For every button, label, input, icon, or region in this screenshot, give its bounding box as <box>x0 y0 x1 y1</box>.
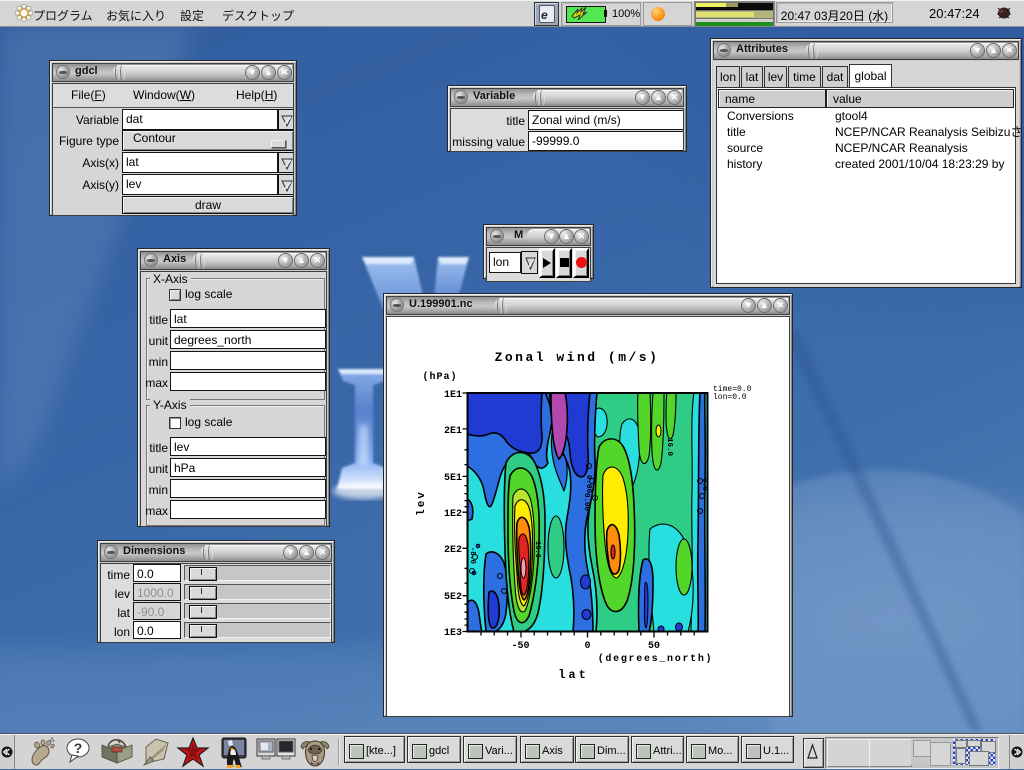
svg-text:(degrees_north): (degrees_north) <box>598 653 714 665</box>
svg-text:?: ? <box>74 740 83 756</box>
svg-text:5E1: 5E1 <box>444 473 462 484</box>
svg-text:16.0: 16.0 <box>533 541 541 558</box>
svg-text:5E2: 5E2 <box>444 592 462 603</box>
svg-text:Zonal wind (m/s): Zonal wind (m/s) <box>495 350 660 365</box>
svg-text:0.00: 0.00 <box>582 493 590 512</box>
svg-text:1E1: 1E1 <box>444 390 462 401</box>
svg-text:0.00: 0.00 <box>584 475 592 494</box>
svg-text:lev: lev <box>416 490 428 516</box>
svg-text:lat: lat <box>558 668 589 682</box>
svg-text:50: 50 <box>648 641 660 652</box>
svg-text:0: 0 <box>584 641 590 652</box>
svg-text:-50: -50 <box>511 641 529 652</box>
svg-text:2E2: 2E2 <box>444 545 462 556</box>
svg-text:(hPa): (hPa) <box>422 371 457 383</box>
svg-text:2E1: 2E1 <box>444 426 462 437</box>
svg-text:1E2: 1E2 <box>444 509 462 520</box>
svg-text:1E3: 1E3 <box>444 628 462 639</box>
svg-text:-8.0: -8.0 <box>468 547 476 564</box>
svg-text:lon=0.0: lon=0.0 <box>713 393 747 402</box>
svg-text:16.0: 16.0 <box>665 438 673 457</box>
